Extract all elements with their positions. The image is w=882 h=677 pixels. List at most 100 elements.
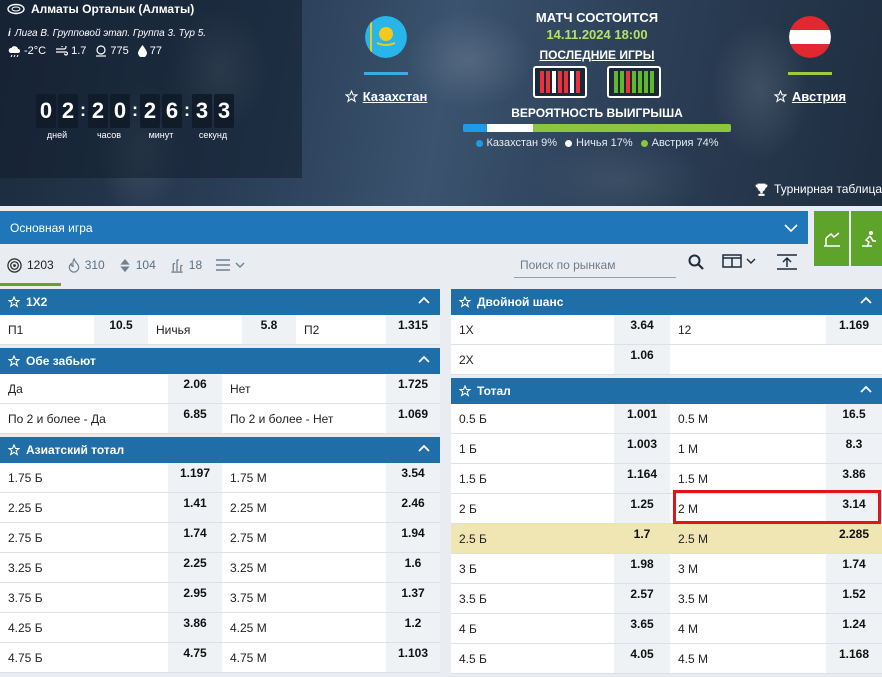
market-filters: 1203 310 104 18 [0, 244, 808, 286]
odd-cell[interactable]: 3.75 М 1.37 [222, 583, 440, 612]
odd-cell[interactable]: 4.75 Б 4.75 [0, 643, 222, 672]
countdown-label: дней [46, 130, 68, 140]
odd-cell[interactable]: 3.25 М 1.6 [222, 553, 440, 582]
odd-cell[interactable]: 1.75 Б 1.197 [0, 463, 222, 492]
market-search-input[interactable] [514, 252, 676, 277]
temperature: -2°C [24, 45, 47, 57]
market-row: По 2 и более - Да 6.85 По 2 и более - Нет 1… [0, 404, 440, 434]
odd-cell[interactable]: 3.25 Б 2.25 [0, 553, 222, 582]
odd-cell[interactable]: 4 Б 3.65 [451, 614, 670, 643]
away-underline [788, 72, 832, 75]
star-icon[interactable] [773, 90, 787, 103]
chevron-up-icon[interactable] [418, 355, 430, 363]
star-icon[interactable] [8, 296, 20, 308]
chart-view-button[interactable] [814, 211, 849, 266]
market-header[interactable]: 1X2 [0, 289, 440, 315]
odd-cell[interactable]: По 2 и более - Нет 1.069 [222, 404, 440, 433]
chevron-up-icon[interactable] [418, 296, 430, 304]
odd-cell[interactable]: 4.5 М 1.168 [670, 644, 882, 673]
star-icon[interactable] [459, 385, 471, 397]
odd-cell[interactable]: 2.75 Б 1.74 [0, 523, 222, 552]
star-icon[interactable] [8, 444, 20, 456]
chevron-up-icon[interactable] [860, 385, 872, 393]
odd-cell[interactable]: 3 Б 1.98 [451, 554, 670, 583]
filter-stats[interactable]: 18 [163, 244, 209, 286]
filter-all[interactable]: 1203 [0, 244, 61, 286]
star-icon[interactable] [344, 90, 358, 103]
chevron-up-icon[interactable] [418, 444, 430, 452]
outcome-label: 2X [451, 345, 614, 374]
odd-cell[interactable]: 1.5 М 3.86 [670, 464, 882, 493]
odd-value: 2.25 [168, 553, 222, 582]
odd-cell[interactable]: П2 1.315 [296, 315, 440, 344]
market-header[interactable]: Тотал [451, 378, 882, 404]
market-header[interactable]: Азиатский тотал [0, 437, 440, 463]
outcome-label: 4.5 Б [451, 644, 614, 673]
probability-segment [463, 124, 488, 132]
filter-sort[interactable]: 104 [112, 244, 163, 286]
odd-cell[interactable]: 0.5 Б 1.001 [451, 404, 670, 433]
odd-cell[interactable]: 3 М 1.74 [670, 554, 882, 583]
odd-value: 1.6 [386, 553, 440, 582]
odd-cell[interactable]: 1X 3.64 [451, 315, 670, 344]
player-view-button[interactable] [851, 211, 882, 266]
odd-cell[interactable]: 1 М 8.3 [670, 434, 882, 463]
odd-value: 1.197 [168, 463, 222, 492]
odd-cell[interactable]: 4.5 Б 4.05 [451, 644, 670, 673]
layout-toggle[interactable] [722, 254, 756, 268]
home-team-name[interactable]: Казахстан [363, 89, 428, 104]
digit: 6 [162, 94, 182, 128]
market-header[interactable]: Обе забьют [0, 348, 440, 374]
odd-cell[interactable]: 0.5 М 16.5 [670, 404, 882, 433]
star-icon[interactable] [459, 296, 471, 308]
columns-icon [722, 254, 742, 268]
odd-value: 1.98 [614, 554, 670, 583]
market-title: Обе забьют [26, 354, 96, 368]
away-team-name[interactable]: Австрия [792, 89, 846, 104]
odd-cell[interactable]: 2.25 М 2.46 [222, 493, 440, 522]
odd-cell[interactable]: 3.5 М 1.52 [670, 584, 882, 613]
filter-popular[interactable]: 310 [61, 244, 112, 286]
odd-cell[interactable]: 2.5 М 2.285 [670, 524, 882, 553]
tournament-table-link[interactable]: Турнирная таблица [755, 182, 882, 196]
odd-cell[interactable]: 4.25 М 1.2 [222, 613, 440, 642]
odd-value: 1.7 [614, 524, 670, 553]
odd-cell[interactable]: Нет 1.725 [222, 374, 440, 403]
home-form[interactable] [533, 66, 587, 98]
pressure-icon [96, 45, 107, 57]
market-both_score: Обе забьют Да 2.06 Нет 1.725 По 2 и более - Д… [0, 348, 440, 434]
odd-cell[interactable]: По 2 и более - Да 6.85 [0, 404, 222, 433]
odd-cell[interactable]: П1 10.5 [0, 315, 148, 344]
odd-value: 2.57 [614, 584, 670, 613]
main-game-dropdown[interactable]: Основная игра [0, 211, 808, 244]
filter-more[interactable] [209, 244, 252, 286]
odd-cell[interactable]: Ничья 5.8 [148, 315, 296, 344]
odd-cell[interactable]: 4.25 Б 3.86 [0, 613, 222, 642]
market-header[interactable]: Двойной шанс [451, 289, 882, 315]
countdown-timer: 02 дней : 20 часов : 26 минут : 33 секун… [36, 94, 234, 140]
list-icon [216, 259, 231, 271]
odd-cell[interactable]: 4 М 1.24 [670, 614, 882, 643]
odd-cell[interactable]: 2 Б 1.25 [451, 494, 670, 523]
away-form[interactable] [607, 66, 661, 98]
odd-cell[interactable]: 2.5 Б 1.7 [451, 524, 670, 553]
chevron-up-icon[interactable] [860, 296, 872, 304]
odd-cell[interactable]: 3.75 Б 2.95 [0, 583, 222, 612]
odd-cell[interactable]: 2.25 Б 1.41 [0, 493, 222, 522]
collapse-all-button[interactable] [776, 254, 798, 270]
outcome-label: 4.75 М [222, 643, 386, 672]
odd-cell[interactable]: 1.75 М 3.54 [222, 463, 440, 492]
odd-cell[interactable]: 4.75 М 1.103 [222, 643, 440, 672]
odd-cell[interactable]: 1 Б 1.003 [451, 434, 670, 463]
odd-value: 1.001 [614, 404, 670, 433]
odd-cell[interactable]: 12 1.169 [670, 315, 882, 344]
star-icon[interactable] [8, 355, 20, 367]
search-button[interactable] [688, 254, 704, 270]
odd-cell[interactable]: 2X 1.06 [451, 345, 670, 374]
odd-cell[interactable]: Да 2.06 [0, 374, 222, 403]
last-games-link[interactable]: ПОСЛЕДНИЕ ИГРЫ [462, 48, 732, 62]
odd-cell[interactable]: 2.75 М 1.94 [222, 523, 440, 552]
odd-cell[interactable]: 3.5 Б 2.57 [451, 584, 670, 613]
odd-cell[interactable]: 1.5 Б 1.164 [451, 464, 670, 493]
outcome-label: 1 Б [451, 434, 614, 463]
